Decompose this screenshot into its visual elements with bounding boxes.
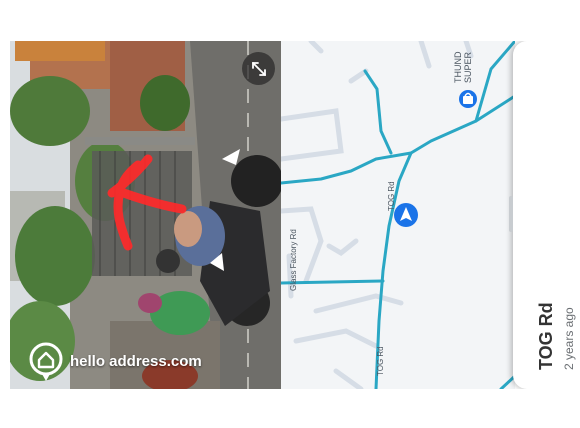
- poi-label-line1: THUND: [453, 51, 463, 84]
- home-pin-icon: [29, 342, 63, 381]
- shopping-bag-icon: [459, 90, 477, 108]
- street-view-panel[interactable]: hello address.com: [10, 41, 281, 389]
- place-title: TOG Rd: [536, 302, 556, 370]
- red-annotation-arrow: [107, 154, 187, 251]
- poi-label-line2: SUPER: [463, 51, 473, 83]
- road-label-tog-rd-lower: TOG Rd: [376, 346, 385, 376]
- sheet-drag-handle[interactable]: [509, 196, 513, 232]
- navigation-arrow-icon: [394, 203, 418, 227]
- road-label-glass-factory-rd: Glass Factory Rd: [289, 229, 298, 291]
- map-canvas: [281, 41, 515, 389]
- viewer-frame: hello address.com TOG Rd TOG Rd Glass Fa…: [10, 41, 580, 389]
- expand-diagonal-icon: [251, 61, 266, 76]
- place-subtitle: 2 years ago: [562, 307, 576, 370]
- map-panel[interactable]: TOG Rd TOG Rd Glass Factory Rd THUND SUP…: [281, 41, 515, 389]
- watermark-text: hello address.com: [70, 352, 202, 370]
- watermark: hello address.com: [26, 341, 202, 381]
- road-label-tog-rd-upper: TOG Rd: [387, 181, 396, 211]
- expand-button[interactable]: [242, 52, 275, 85]
